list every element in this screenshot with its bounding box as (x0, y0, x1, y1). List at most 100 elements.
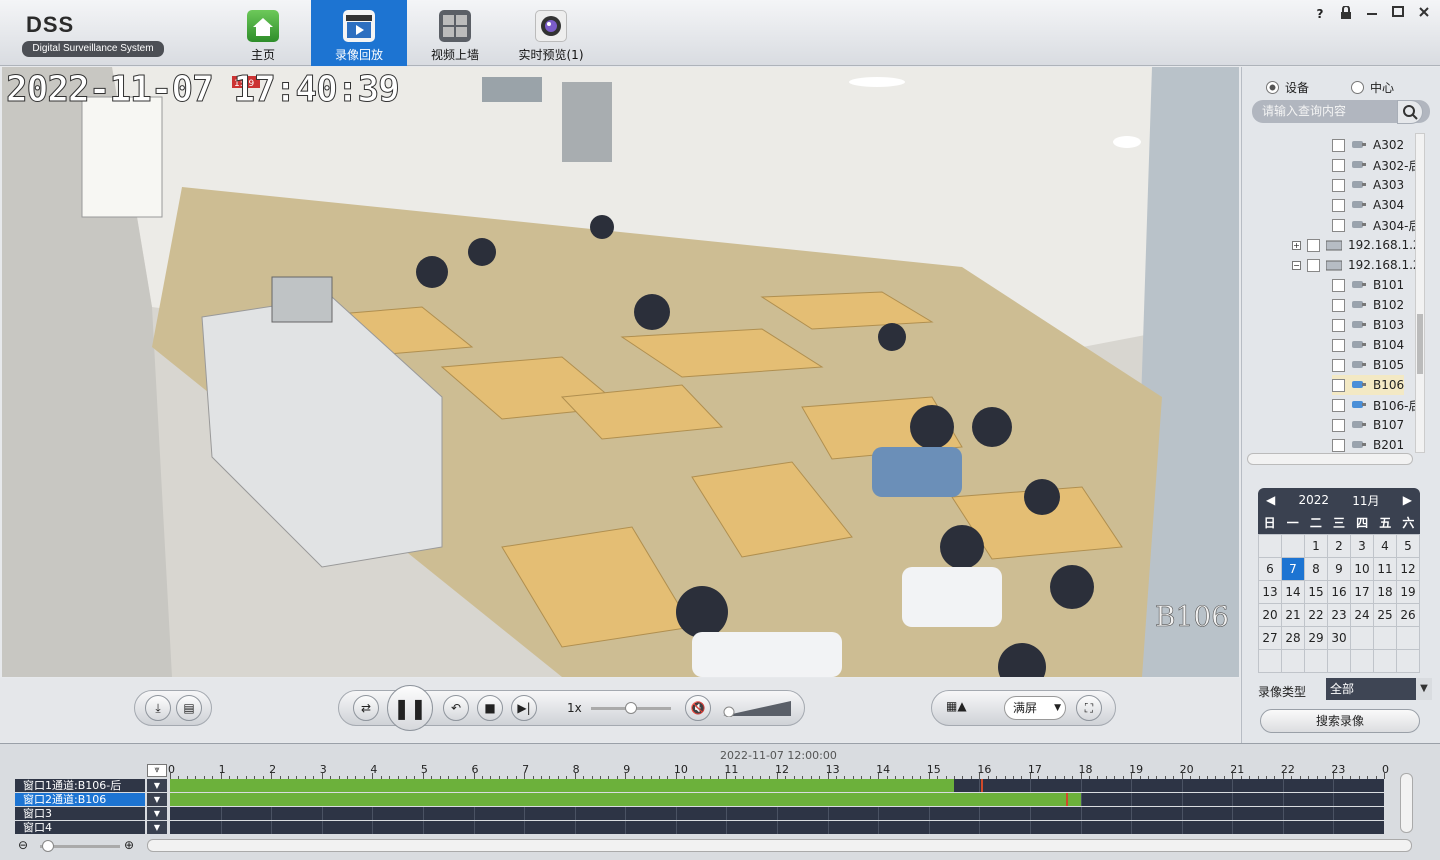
tab-home[interactable]: 主页 (215, 0, 311, 66)
calendar-day[interactable]: 20 (1259, 604, 1282, 627)
close-icon[interactable] (1416, 6, 1432, 22)
radio-device[interactable]: 设备 (1266, 79, 1309, 96)
recorded-segment[interactable] (170, 779, 955, 792)
folder-settings-button[interactable]: ▤ (176, 695, 202, 721)
zoom-slider-thumb[interactable] (42, 840, 54, 852)
calendar-day[interactable]: 29 (1305, 627, 1328, 650)
grid-layout-icon[interactable]: ▦▲ (946, 699, 967, 713)
tree-checkbox[interactable] (1332, 178, 1345, 192)
calendar-day[interactable]: 1 (1305, 535, 1328, 558)
search-recording-button[interactable]: 搜索录像 (1260, 709, 1420, 733)
calendar-day[interactable]: 4 (1374, 535, 1397, 558)
tree-checkbox[interactable] (1332, 198, 1345, 212)
maximize-icon[interactable] (1390, 6, 1406, 22)
calendar-day[interactable]: 24 (1351, 604, 1374, 627)
calendar-day[interactable]: 25 (1374, 604, 1397, 627)
calendar-day[interactable]: 18 (1374, 581, 1397, 604)
fullscreen-button[interactable]: ⛶ (1076, 695, 1102, 721)
chevron-down-icon[interactable]: ▼ (147, 793, 167, 806)
timeline-horizontal-scrollbar[interactable] (147, 839, 1412, 852)
tree-checkbox[interactable] (1332, 218, 1345, 232)
tree-item[interactable]: B101 (1332, 275, 1404, 295)
tree-horizontal-scrollbar[interactable] (1247, 453, 1413, 465)
tree-vertical-scrollbar[interactable] (1415, 133, 1425, 453)
tree-item[interactable]: B201 (1332, 435, 1404, 453)
tab-playback[interactable]: 录像回放 (311, 0, 407, 66)
download-button[interactable]: ⤓ (145, 695, 171, 721)
record-type-select[interactable]: 全部 ▼ (1326, 678, 1432, 700)
rewind-button[interactable]: ↶ (443, 695, 469, 721)
window-record-track[interactable] (170, 821, 1384, 834)
fullscreen-mode-select[interactable]: 满屏 ▼ (1004, 696, 1066, 720)
calendar-day[interactable]: 28 (1282, 627, 1305, 650)
calendar-day[interactable]: 8 (1305, 558, 1328, 581)
tree-checkbox[interactable] (1332, 378, 1345, 392)
video-playback-window[interactable]: 1:39 2022-11-07 17:40:39 B106 (2, 67, 1239, 677)
search-button[interactable] (1397, 100, 1423, 124)
help-button[interactable]: ? (1312, 6, 1328, 22)
tree-item[interactable]: +192.168.1.2 (1292, 235, 1421, 255)
chevron-down-icon[interactable]: ▼ (147, 807, 167, 820)
window-channel-label[interactable]: 窗口2通道:B106 (15, 793, 145, 806)
tree-checkbox[interactable] (1332, 358, 1345, 372)
speed-slider[interactable] (591, 702, 671, 714)
window-record-track[interactable] (170, 793, 1384, 806)
tree-checkbox[interactable] (1307, 238, 1320, 252)
tree-checkbox[interactable] (1332, 318, 1345, 332)
zoom-out-icon[interactable]: ⊖ (18, 838, 28, 852)
calendar-day[interactable]: 27 (1259, 627, 1282, 650)
tree-item[interactable]: B105 (1332, 355, 1404, 375)
zoom-in-icon[interactable]: ⊕ (124, 838, 134, 852)
calendar-day[interactable]: 6 (1259, 558, 1282, 581)
calendar-day[interactable]: 13 (1259, 581, 1282, 604)
calendar-day[interactable]: 16 (1328, 581, 1351, 604)
calendar-day[interactable]: 17 (1351, 581, 1374, 604)
tab-live-preview[interactable]: 实时预览(1) (503, 0, 599, 66)
tree-item[interactable]: − 192.168.1.2 (1292, 255, 1421, 275)
tree-item[interactable]: B103 (1332, 315, 1404, 335)
window-channel-label[interactable]: 窗口4 (15, 821, 145, 834)
tree-checkbox[interactable] (1332, 338, 1345, 352)
calendar-day[interactable]: 15 (1305, 581, 1328, 604)
recorded-segment[interactable] (170, 793, 1081, 806)
tree-item[interactable]: B106 (1332, 375, 1405, 395)
calendar-day[interactable]: 9 (1328, 558, 1351, 581)
calendar-day[interactable]: 21 (1282, 604, 1305, 627)
collapse-all-button[interactable]: ⩔ (147, 764, 167, 777)
speed-slider-thumb[interactable] (625, 702, 637, 714)
tree-item[interactable]: A302 (1332, 135, 1404, 155)
tree-scroll-thumb[interactable] (1417, 314, 1423, 374)
tree-checkbox[interactable] (1332, 138, 1345, 152)
playhead-marker[interactable] (981, 779, 983, 792)
calendar-day[interactable]: 23 (1328, 604, 1351, 627)
next-frame-button[interactable]: ▶| (511, 695, 537, 721)
prev-month-icon[interactable]: ◀ (1266, 493, 1275, 507)
expand-toggle-icon[interactable]: + (1292, 240, 1301, 250)
calendar-day[interactable]: 12 (1397, 558, 1420, 581)
calendar-day[interactable]: 3 (1351, 535, 1374, 558)
expand-toggle-icon[interactable]: − (1292, 260, 1301, 270)
tree-checkbox[interactable] (1332, 278, 1345, 292)
tree-checkbox[interactable] (1307, 258, 1320, 272)
timeline-vertical-scrollbar[interactable] (1400, 773, 1413, 833)
lock-icon[interactable] (1338, 5, 1354, 22)
chevron-down-icon[interactable]: ▼ (147, 821, 167, 834)
tree-item[interactable]: A303 (1332, 175, 1404, 195)
radio-center[interactable]: 中心 (1351, 79, 1394, 96)
tree-checkbox[interactable] (1332, 418, 1345, 432)
calendar-day[interactable]: 30 (1328, 627, 1351, 650)
tab-video-wall[interactable]: 视频上墙 (407, 0, 503, 66)
calendar-day[interactable]: 7 (1282, 558, 1305, 581)
window-record-track[interactable] (170, 779, 1384, 792)
tree-item[interactable]: B104 (1332, 335, 1404, 355)
calendar-day[interactable]: 19 (1397, 581, 1420, 604)
chevron-down-icon[interactable]: ▼ (1416, 678, 1432, 700)
tree-checkbox[interactable] (1332, 298, 1345, 312)
tree-item[interactable]: A304-后 (1332, 215, 1420, 235)
tree-item[interactable]: A302-后 (1332, 155, 1420, 175)
minimize-icon[interactable] (1364, 6, 1380, 22)
tree-item[interactable]: B106-后 (1332, 395, 1420, 415)
stop-button[interactable]: ■ (477, 695, 503, 721)
playhead-marker[interactable] (1066, 793, 1068, 806)
volume-slider[interactable] (723, 699, 791, 718)
